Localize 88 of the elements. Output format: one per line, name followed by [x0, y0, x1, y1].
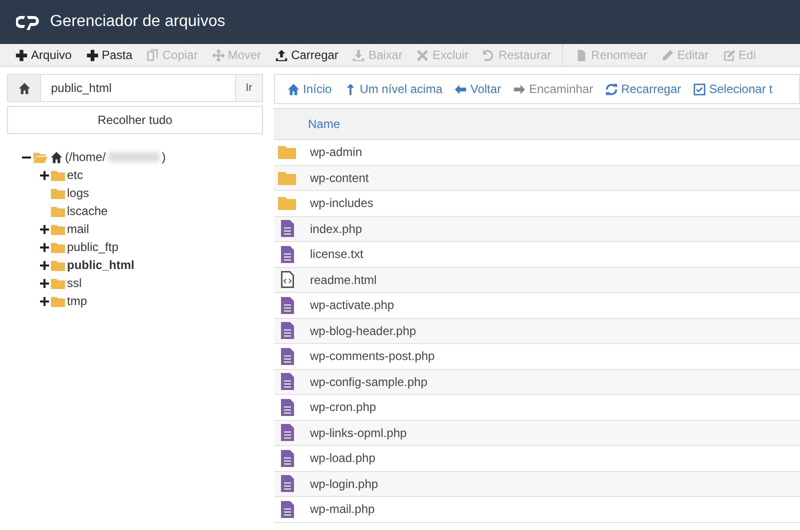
go-button[interactable]: Ir: [235, 74, 263, 102]
document-icon: [280, 424, 294, 442]
nav-button[interactable]: Recarregar: [599, 82, 688, 96]
nav-button[interactable]: Voltar: [448, 82, 508, 96]
file-name[interactable]: wp-admin: [310, 145, 362, 160]
collapse-all-button[interactable]: Recolher tudo: [7, 106, 263, 134]
redacted-text: [108, 152, 160, 162]
home-icon: [50, 150, 63, 164]
plus-icon[interactable]: [40, 170, 48, 180]
code-file-icon: [280, 271, 294, 288]
file-name[interactable]: license.txt: [310, 247, 364, 262]
tree-item[interactable]: logs: [67, 186, 90, 200]
document-icon: [280, 246, 294, 263]
file-name[interactable]: readme.html: [310, 272, 377, 287]
tree-item[interactable]: public_ftp: [67, 240, 118, 254]
toolbar-button[interactable]: Pasta: [78, 48, 140, 62]
nav-button[interactable]: Um nível acima: [338, 82, 448, 96]
folder-icon: [51, 206, 65, 216]
document-icon: [280, 398, 294, 416]
tree-item[interactable]: ssl: [67, 276, 82, 290]
document-icon: [280, 475, 294, 492]
folder-icon: [51, 260, 65, 270]
folder-icon: [278, 170, 296, 185]
document-icon: [280, 322, 294, 340]
folder-icon: [51, 188, 65, 198]
home-icon: [287, 82, 300, 96]
folder-icon: [278, 196, 296, 210]
column-header[interactable]: Name: [308, 117, 340, 131]
home-icon: [18, 82, 30, 94]
plus-icon: [86, 48, 99, 62]
logo-icon: [16, 14, 40, 30]
tree-item[interactable]: etc: [67, 168, 84, 182]
plus-icon[interactable]: [40, 242, 48, 252]
window-title: Gerenciador de arquivos: [50, 13, 226, 31]
pencil-icon: [661, 48, 674, 62]
folder-icon: [278, 145, 296, 160]
x-icon: [416, 48, 430, 62]
folder-icon: [51, 170, 65, 180]
document-icon: [280, 220, 294, 238]
document-icon: [280, 296, 294, 314]
undo-icon: [482, 48, 496, 62]
open-folder-icon: [33, 152, 48, 162]
edit-icon: [722, 48, 736, 62]
file-name[interactable]: wp-load.php: [310, 451, 376, 466]
folder-icon: [51, 278, 65, 288]
checkbox-icon: [693, 82, 706, 96]
tree-item[interactable]: mail: [67, 222, 90, 236]
reload-icon: [605, 82, 618, 96]
file-name[interactable]: wp-cron.php: [310, 400, 376, 414]
toolbar-button[interactable]: Arquivo: [8, 48, 79, 62]
file-name[interactable]: wp-links-opml.php: [310, 426, 407, 440]
path-field[interactable]: public_html: [41, 74, 235, 102]
file-name[interactable]: wp-mail.php: [310, 502, 375, 516]
download-icon: [352, 48, 366, 62]
plus-icon: [15, 48, 28, 62]
document-icon: [280, 373, 294, 390]
document-icon: [280, 348, 294, 365]
copy-icon: [146, 48, 160, 62]
file-name[interactable]: wp-activate.php: [310, 298, 394, 312]
nav-button[interactable]: Selecionar t: [687, 82, 778, 96]
folder-icon: [51, 296, 65, 306]
file-name[interactable]: wp-config-sample.php: [310, 374, 428, 389]
file-name[interactable]: wp-login.php: [310, 476, 378, 491]
document-icon: [280, 450, 294, 467]
plus-icon[interactable]: [40, 278, 48, 288]
folder-icon: [51, 242, 65, 252]
home-button[interactable]: [7, 74, 41, 102]
move-icon: [212, 48, 225, 62]
plus-icon[interactable]: [40, 296, 48, 306]
right-arrow-icon: [513, 82, 526, 96]
file-name[interactable]: wp-blog-header.php: [310, 324, 416, 338]
tree-item-suffix: ): [162, 150, 166, 164]
left-arrow-icon: [454, 82, 468, 96]
tree-item[interactable]: (/home/: [65, 150, 106, 164]
file-name[interactable]: wp-includes: [310, 196, 374, 210]
file-name[interactable]: wp-content: [310, 170, 369, 185]
folder-icon: [51, 224, 65, 234]
plus-icon[interactable]: [40, 224, 48, 234]
file-name[interactable]: wp-comments-post.php: [310, 349, 435, 364]
toolbar-button[interactable]: Carregar: [268, 48, 346, 62]
tree-item[interactable]: lscache: [67, 204, 108, 218]
document-icon: [280, 500, 294, 518]
plus-icon[interactable]: [40, 260, 48, 270]
tree-item[interactable]: public_html: [67, 258, 134, 272]
upload-icon: [275, 48, 288, 62]
tree-item[interactable]: tmp: [67, 294, 88, 308]
file-name[interactable]: index.php: [310, 222, 362, 236]
nav-button[interactable]: Início: [281, 82, 338, 96]
